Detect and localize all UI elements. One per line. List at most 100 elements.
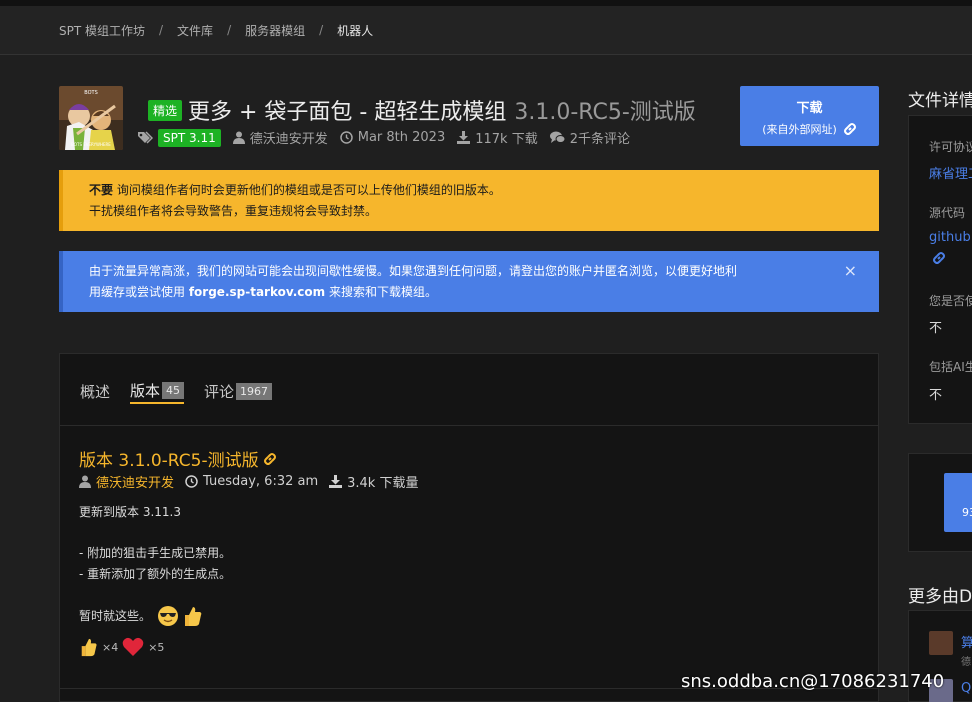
related-mod-author: 德 xyxy=(961,657,971,668)
clock-icon xyxy=(185,475,198,488)
tab-label: 概述 xyxy=(80,382,111,401)
mod-title: 更多 + 袋子面包 - 超轻生成模组 xyxy=(188,100,507,125)
mod-comments[interactable]: 2千条评论 xyxy=(549,128,630,147)
reaction-love-count: ×5 xyxy=(148,640,165,654)
download-button-label: 下载 xyxy=(796,101,823,116)
reactions: ×4 ×5 xyxy=(79,637,168,657)
ai-content-label: 包括AI生 xyxy=(929,360,972,374)
download-button-sublabel: (来自外部网址) xyxy=(762,123,837,136)
link-icon[interactable] xyxy=(932,251,946,265)
license-link[interactable]: 麻省理工 xyxy=(929,163,972,182)
warning-line-2: 干扰模组作者将会导致警告，重复违规将会导致封禁。 xyxy=(89,204,378,218)
tab-label: 评论 xyxy=(204,382,235,401)
tags: SPT 3.11 xyxy=(137,128,221,147)
link-icon xyxy=(263,452,276,465)
more-by-heading: 更多由D xyxy=(908,587,972,607)
mod-downloads-text: 117k 下载 xyxy=(475,132,538,147)
download-icon xyxy=(329,475,343,488)
info-alert: 由于流量异常高涨，我们的网站可能会出现间歇性缓慢。如果您遇到任何问题，请登出您的… xyxy=(59,251,879,312)
comments-icon xyxy=(549,131,565,143)
version-title: 版本 3.1.0-RC5-测试版 xyxy=(79,451,259,471)
version-meta: 德沃迪安开发 Tuesday, 6:32 am 3.4k 下载量 xyxy=(79,472,429,491)
user-icon xyxy=(232,131,245,144)
note-line: 更新到版本 3.11.3 xyxy=(79,505,181,519)
version-notes: 更新到版本 3.11.3 - 附加的狙击手生成已禁用。 - 重新添加了额外的生成… xyxy=(79,502,231,627)
mod-content-card: 概述 版本 45 评论 1967 版本 3.1.0-RC5-测试版 德沃迪安开发 T… xyxy=(59,353,879,702)
breadcrumb-separator: / xyxy=(159,23,164,37)
related-mod-thumbnail[interactable] xyxy=(929,631,953,655)
breadcrumb-separator: / xyxy=(319,23,324,37)
file-details-heading: 文件详情 xyxy=(908,91,972,111)
mod-author-name: 德沃迪安开发 xyxy=(249,132,328,147)
breadcrumb-item-bots[interactable]: 机器人 xyxy=(337,22,373,39)
ai-content-value: 不 xyxy=(929,388,943,403)
thumb-caption-top: BOTS xyxy=(84,90,98,96)
info-line-1: 由于流量异常高涨，我们的网站可能会出现间歇性缓慢。如果您遇到任何问题，请登出您的… xyxy=(89,264,738,278)
related-mod-title[interactable]: Q xyxy=(961,681,971,696)
tab-comments[interactable]: 评论 1967 xyxy=(204,378,273,404)
source-link[interactable]: github. xyxy=(929,230,972,245)
breadcrumb: SPT 模组工作坊 / 文件库 / 服务器模组 / 机器人 xyxy=(0,6,972,55)
download-button[interactable]: 下载 (来自外部网址) xyxy=(740,86,879,146)
mod-date: Mar 8th 2023 xyxy=(339,130,446,145)
warning-line-1: 询问模组作者何时会更新他们的模组或是否可以上传他们模组的旧版本。 xyxy=(113,183,501,197)
close-icon[interactable]: × xyxy=(844,260,857,281)
mod-date-text: Mar 8th 2023 xyxy=(357,130,446,145)
version-time-text: Tuesday, 6:32 am xyxy=(203,474,319,489)
mod-author[interactable]: 德沃迪安开发 xyxy=(232,128,328,147)
user-icon xyxy=(79,475,91,488)
reaction-like[interactable]: ×4 xyxy=(79,637,118,657)
tab-versions[interactable]: 版本 45 xyxy=(130,378,185,404)
breadcrumb-separator: / xyxy=(227,23,232,37)
mod-downloads: 117k 下载 xyxy=(457,128,538,147)
sunglasses-emoji-icon xyxy=(158,606,179,626)
version-author[interactable]: 德沃迪安开发 xyxy=(79,472,174,491)
thumbs-up-icon xyxy=(81,638,97,657)
version-title-link[interactable]: 版本 3.1.0-RC5-测试版 xyxy=(79,446,277,471)
tab-label: 版本 xyxy=(130,381,161,400)
ai-question-label: 您是否使 xyxy=(929,294,972,308)
version-downloads-text: 3.4k 下载量 xyxy=(347,476,419,491)
note-line: - 重新添加了额外的生成点。 xyxy=(79,567,232,581)
info-line-2-pre: 用缓存或尝试使用 xyxy=(89,285,189,299)
warning-alert: 不要 询问模组作者何时会更新他们的模组或是否可以上传他们模组的旧版本。 干扰模组… xyxy=(59,170,879,231)
external-link-icon xyxy=(843,123,856,135)
mod-thumbnail: BOTS BOTS EVERYWHERE xyxy=(59,86,123,150)
spt-version-badge[interactable]: SPT 3.11 xyxy=(158,128,221,147)
forge-link[interactable]: forge.sp-tarkov.com xyxy=(189,285,325,299)
ai-question-value: 不 xyxy=(929,321,943,336)
download-icon xyxy=(457,131,471,144)
watermark: sns.oddba.cn@17086231740 xyxy=(681,671,945,692)
thumbs-up-emoji-icon xyxy=(185,607,202,626)
divider xyxy=(60,425,878,426)
tab-overview[interactable]: 概述 xyxy=(80,378,110,404)
version-time: Tuesday, 6:32 am xyxy=(185,474,318,489)
info-line-2-post: 来搜索和下载模组。 xyxy=(325,285,437,299)
mod-meta: SPT 3.11 德沃迪安开发 Mar 8th 2023 117k 下载 2千条… xyxy=(137,128,642,147)
note-line: - 附加的狙击手生成已禁用。 xyxy=(79,546,232,560)
breadcrumb-item-workshop[interactable]: SPT 模组工作坊 xyxy=(59,22,145,39)
featured-badge: 精选 xyxy=(148,99,183,121)
side-action-panel: 93 xyxy=(908,453,972,552)
note-line: 暂时就这些。 xyxy=(79,608,152,623)
file-details-panel: 许可协议 麻省理工 源代码 github. 您是否使 不 包括AI生 不 xyxy=(908,115,972,424)
mod-comments-text: 2千条评论 xyxy=(569,132,630,147)
version-downloads: 3.4k 下载量 xyxy=(329,472,418,491)
side-action-button[interactable]: 93 xyxy=(944,473,972,532)
mod-title-row: 精选 更多 + 袋子面包 - 超轻生成模组 3.1.0-RC5-测试版 xyxy=(148,94,696,126)
warning-bold: 不要 xyxy=(89,183,114,197)
license-label: 许可协议 xyxy=(929,140,972,154)
breadcrumb-item-server-mods[interactable]: 服务器模组 xyxy=(245,22,305,39)
source-label: 源代码 xyxy=(929,206,966,220)
thumb-caption-bottom: BOTS EVERYWHERE xyxy=(71,142,111,147)
tab-count: 1967 xyxy=(236,382,273,400)
version-author-name: 德沃迪安开发 xyxy=(96,476,175,491)
related-mod-title[interactable]: 算 xyxy=(961,632,972,651)
reaction-like-count: ×4 xyxy=(102,640,119,654)
tab-count: 45 xyxy=(162,381,185,399)
heart-icon xyxy=(122,637,144,656)
reaction-love[interactable]: ×5 xyxy=(122,637,164,657)
breadcrumb-item-files[interactable]: 文件库 xyxy=(177,22,213,39)
tags-icon xyxy=(138,130,153,144)
clock-icon xyxy=(339,131,353,144)
